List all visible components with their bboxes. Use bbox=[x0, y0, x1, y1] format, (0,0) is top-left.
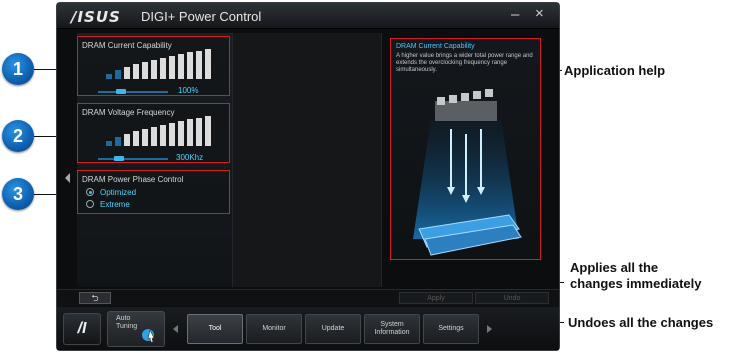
current-slider-knob[interactable] bbox=[116, 89, 126, 94]
collapse-left-arrow-icon[interactable] bbox=[65, 173, 70, 183]
level-bar bbox=[142, 62, 148, 79]
heatsink-fin bbox=[461, 93, 469, 101]
title-bar: /ISUS DIGI+ Power Control – × bbox=[57, 3, 559, 29]
tab-settings[interactable]: Settings bbox=[423, 314, 479, 344]
action-strip: ⮌ Apply Undo bbox=[57, 289, 559, 306]
close-button[interactable]: × bbox=[535, 5, 544, 22]
level-bar bbox=[178, 121, 184, 146]
level-bar bbox=[133, 64, 139, 79]
apply-button[interactable]: Apply bbox=[399, 292, 473, 304]
back-button[interactable]: ⮌ bbox=[79, 292, 111, 304]
level-bar bbox=[124, 134, 130, 146]
radio-optimized-label: Optimized bbox=[100, 188, 137, 197]
level-bar bbox=[115, 70, 121, 79]
current-level-bars bbox=[106, 49, 216, 79]
heatsink-fin bbox=[449, 95, 457, 103]
radio-extreme[interactable]: Extreme bbox=[86, 200, 130, 209]
main-toolbar: /I Auto Tuning Tool Monitor Update Syste… bbox=[57, 307, 559, 350]
heatsink-fin bbox=[473, 91, 481, 99]
apply-annotation-line1: Applies all the bbox=[570, 260, 659, 275]
help-text: A higher value brings a wider total powe… bbox=[396, 53, 533, 73]
voltage-level-bars bbox=[106, 116, 216, 146]
app-help-annotation: Application help bbox=[564, 63, 666, 78]
voltage-slider-track[interactable] bbox=[98, 158, 168, 160]
tab-update[interactable]: Update bbox=[305, 314, 361, 344]
level-bar bbox=[124, 67, 130, 79]
help-title: DRAM Current Capability bbox=[396, 43, 475, 50]
heatsink-fin bbox=[485, 89, 493, 97]
application-help-panel: DRAM Current Capability A higher value b… bbox=[390, 38, 541, 260]
voltage-value: 300Khz bbox=[176, 153, 204, 162]
dram-illustration bbox=[413, 89, 522, 256]
tab-tool[interactable]: Tool bbox=[187, 314, 243, 344]
tab-monitor[interactable]: Monitor bbox=[246, 314, 302, 344]
level-bar bbox=[160, 125, 166, 146]
level-bar bbox=[178, 54, 184, 79]
level-bar bbox=[196, 118, 202, 146]
callout-badge-1: 1 bbox=[2, 53, 34, 85]
tabs-left-arrow-icon[interactable] bbox=[173, 325, 178, 333]
voltage-slider-knob[interactable] bbox=[114, 156, 124, 161]
level-bar bbox=[151, 127, 157, 146]
tab-system-information[interactable]: System Information bbox=[364, 314, 420, 344]
radio-unselected-icon[interactable] bbox=[86, 200, 94, 208]
ai-suite-logo[interactable]: /I bbox=[63, 313, 101, 345]
level-bar bbox=[151, 60, 157, 79]
level-bar bbox=[205, 49, 211, 79]
asus-logo: /ISUS bbox=[71, 8, 121, 26]
heatsink-fin bbox=[437, 97, 445, 105]
dram-power-phase-title: DRAM Power Phase Control bbox=[82, 175, 184, 184]
current-value: 100% bbox=[178, 86, 199, 95]
dram-power-phase-panel: DRAM Power Phase Control Optimized Extre… bbox=[77, 170, 230, 214]
level-bar bbox=[169, 123, 175, 146]
radio-extreme-label: Extreme bbox=[100, 200, 130, 209]
level-bar bbox=[196, 51, 202, 79]
apply-annotation-line2: changes immediately bbox=[570, 276, 702, 291]
callout-badge-2: 2 bbox=[2, 120, 34, 152]
digi-power-control-window: /ISUS DIGI+ Power Control – × DRAM Curre… bbox=[56, 2, 560, 351]
current-slider-track[interactable] bbox=[98, 91, 168, 93]
level-bar bbox=[169, 56, 175, 79]
minimize-button[interactable]: – bbox=[511, 6, 519, 23]
undo-annotation: Undoes all the changes bbox=[568, 315, 714, 330]
hand-pointer-icon bbox=[142, 329, 155, 343]
dram-voltage-frequency-panel: DRAM Voltage Frequency 300Khz bbox=[77, 103, 230, 163]
tabs-right-arrow-icon[interactable] bbox=[487, 325, 492, 333]
level-bar bbox=[106, 74, 112, 79]
window-title: DIGI+ Power Control bbox=[141, 9, 262, 24]
level-bar bbox=[160, 58, 166, 79]
level-bar bbox=[106, 141, 112, 146]
level-bar bbox=[142, 129, 148, 146]
auto-tuning-button[interactable]: Auto Tuning bbox=[107, 311, 165, 347]
undo-button[interactable]: Undo bbox=[475, 292, 549, 304]
level-bar bbox=[133, 131, 139, 146]
level-bar bbox=[187, 52, 193, 79]
radio-optimized[interactable]: Optimized bbox=[86, 188, 136, 197]
level-bar bbox=[115, 137, 121, 146]
callout-badge-3: 3 bbox=[2, 178, 34, 210]
level-bar bbox=[205, 116, 211, 146]
dram-current-capability-panel: DRAM Current Capability 100% bbox=[77, 36, 230, 96]
level-bar bbox=[187, 119, 193, 146]
radio-selected-icon[interactable] bbox=[86, 188, 94, 196]
empty-middle-column bbox=[232, 33, 382, 287]
